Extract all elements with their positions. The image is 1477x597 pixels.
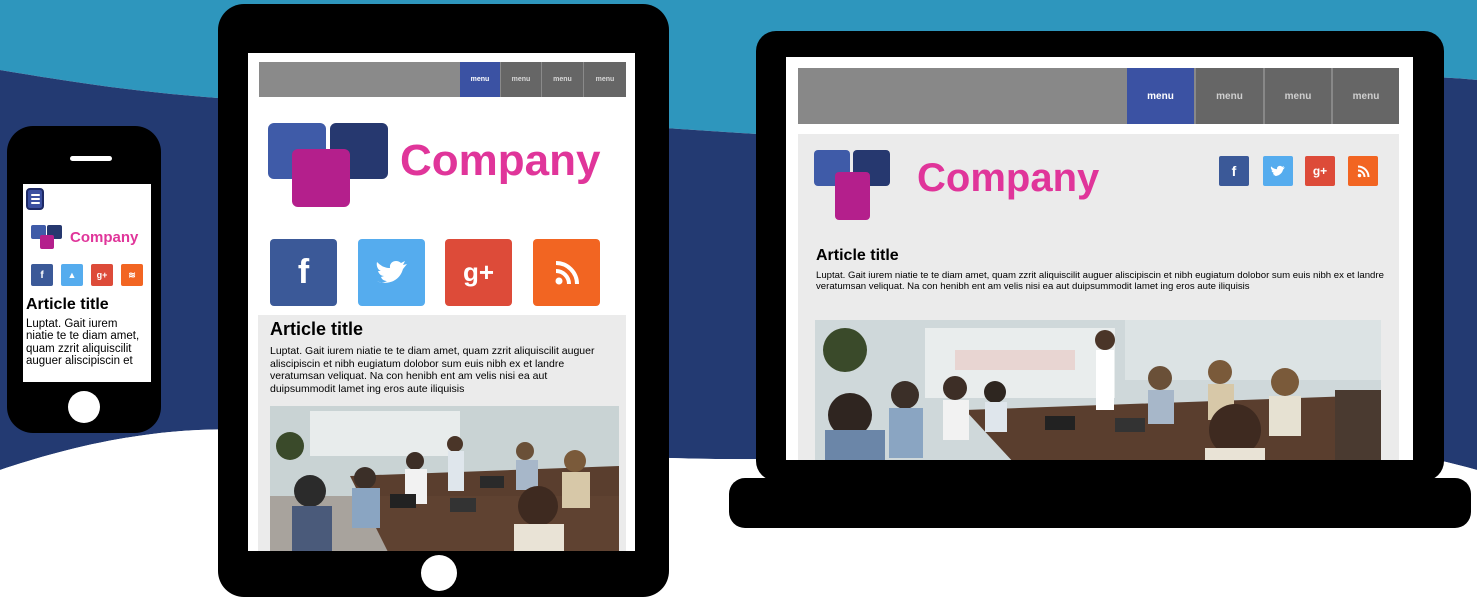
laptop-menu-item[interactable]: menu [1127, 68, 1194, 124]
tablet-menu-item[interactable]: menu [584, 62, 626, 97]
tablet-device: menu menu menu menu Company f g+ Article… [218, 4, 669, 597]
tablet-menu-item[interactable]: menu [501, 62, 541, 97]
tablet-home-button[interactable] [421, 555, 457, 591]
meeting-photo [270, 406, 619, 551]
rss-icon[interactable]: ≋ [121, 264, 143, 286]
tablet-menu-item[interactable]: menu [460, 62, 500, 97]
article-body: Luptat. Gait iurem niatie te te diam ame… [270, 345, 595, 395]
rss-icon[interactable] [533, 239, 600, 306]
rss-icon[interactable] [1348, 156, 1378, 186]
tablet-screen: menu menu menu menu Company f g+ Article… [248, 53, 635, 551]
laptop-nav-bar: menu menu menu menu [798, 68, 1399, 124]
twitter-icon[interactable]: ▲ [61, 264, 83, 286]
laptop-content: Company f g+ Article title Luptat. Gait … [798, 134, 1399, 460]
phone-screen: Company f ▲ g+ ≋ Article title Luptat. G… [23, 184, 151, 382]
article-title: Article title [270, 319, 364, 339]
meeting-photo [815, 320, 1381, 460]
responsive-devices-scene: Company f ▲ g+ ≋ Article title Luptat. G… [0, 0, 1477, 597]
facebook-icon[interactable]: f [270, 239, 337, 306]
laptop-menu-item[interactable]: menu [1265, 68, 1331, 124]
google-plus-icon[interactable]: g+ [91, 264, 113, 286]
article-title: Article title [26, 296, 109, 313]
facebook-icon[interactable]: f [1219, 156, 1249, 186]
article-title: Article title [816, 247, 899, 264]
laptop-menu-item[interactable]: menu [1333, 68, 1399, 124]
phone-home-button[interactable] [68, 391, 100, 423]
article-body: Luptat. Gait iurem niatie te te diam ame… [816, 270, 1384, 292]
google-plus-icon[interactable]: g+ [1305, 156, 1335, 186]
hamburger-menu-icon[interactable] [26, 188, 44, 210]
laptop-menu-item[interactable]: menu [1196, 68, 1263, 124]
facebook-icon[interactable]: f [31, 264, 53, 286]
laptop-screen: menu menu menu menu Company f g+ Article… [786, 57, 1413, 460]
company-logo-icon [814, 150, 890, 220]
tablet-nav-bar: menu menu menu menu [259, 62, 626, 97]
company-logo-icon [31, 225, 62, 249]
tablet-menu-item[interactable]: menu [542, 62, 583, 97]
company-name: Company [917, 156, 1100, 200]
company-name: Company [400, 136, 601, 185]
company-logo-icon [268, 123, 388, 207]
google-plus-icon[interactable]: g+ [445, 239, 512, 306]
company-name: Company [70, 229, 139, 246]
twitter-icon[interactable] [1263, 156, 1293, 186]
laptop-base [729, 478, 1471, 528]
laptop-device: menu menu menu menu Company f g+ Article… [756, 31, 1444, 481]
phone-device: Company f ▲ g+ ≋ Article title Luptat. G… [7, 126, 161, 433]
phone-speaker [70, 156, 112, 161]
article-body: Luptat. Gait iurem niatie te te diam ame… [26, 318, 140, 367]
twitter-icon[interactable] [358, 239, 425, 306]
article-section: Article title Luptat. Gait iurem niatie … [258, 315, 626, 551]
